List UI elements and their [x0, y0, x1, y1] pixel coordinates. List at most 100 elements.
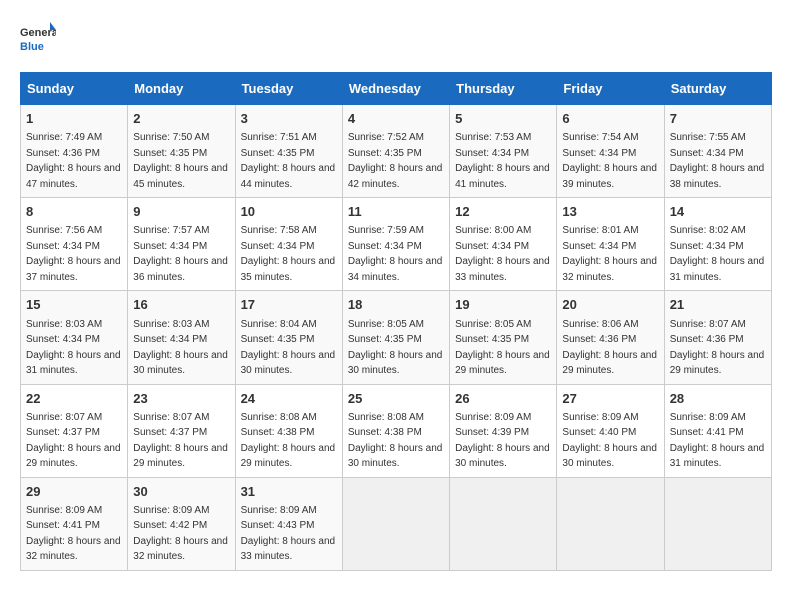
day-info: Sunrise: 7:52 AMSunset: 4:35 PMDaylight:…: [348, 132, 443, 190]
calendar-cell: 28 Sunrise: 8:09 AMSunset: 4:41 PMDaylig…: [664, 384, 771, 477]
calendar-cell: 16 Sunrise: 8:03 AMSunset: 4:34 PMDaylig…: [128, 291, 235, 384]
day-number: 7: [670, 110, 766, 128]
calendar-cell: 26 Sunrise: 8:09 AMSunset: 4:39 PMDaylig…: [450, 384, 557, 477]
calendar-cell: 21 Sunrise: 8:07 AMSunset: 4:36 PMDaylig…: [664, 291, 771, 384]
day-number: 4: [348, 110, 444, 128]
day-info: Sunrise: 8:05 AMSunset: 4:35 PMDaylight:…: [348, 319, 443, 377]
calendar-week-row: 29 Sunrise: 8:09 AMSunset: 4:41 PMDaylig…: [21, 477, 772, 570]
day-number: 24: [241, 390, 337, 408]
day-info: Sunrise: 8:04 AMSunset: 4:35 PMDaylight:…: [241, 319, 336, 377]
day-number: 20: [562, 296, 658, 314]
column-header-saturday: Saturday: [664, 73, 771, 105]
calendar-cell: [342, 477, 449, 570]
calendar-cell: 22 Sunrise: 8:07 AMSunset: 4:37 PMDaylig…: [21, 384, 128, 477]
day-info: Sunrise: 8:09 AMSunset: 4:41 PMDaylight:…: [670, 412, 765, 470]
calendar-cell: 19 Sunrise: 8:05 AMSunset: 4:35 PMDaylig…: [450, 291, 557, 384]
calendar-cell: 9 Sunrise: 7:57 AMSunset: 4:34 PMDayligh…: [128, 198, 235, 291]
calendar-week-row: 1 Sunrise: 7:49 AMSunset: 4:36 PMDayligh…: [21, 105, 772, 198]
day-info: Sunrise: 7:58 AMSunset: 4:34 PMDaylight:…: [241, 225, 336, 283]
day-info: Sunrise: 8:02 AMSunset: 4:34 PMDaylight:…: [670, 225, 765, 283]
day-number: 18: [348, 296, 444, 314]
calendar-cell: 15 Sunrise: 8:03 AMSunset: 4:34 PMDaylig…: [21, 291, 128, 384]
logo-container: General Blue: [20, 20, 56, 56]
column-header-thursday: Thursday: [450, 73, 557, 105]
day-info: Sunrise: 8:01 AMSunset: 4:34 PMDaylight:…: [562, 225, 657, 283]
day-number: 21: [670, 296, 766, 314]
day-info: Sunrise: 7:57 AMSunset: 4:34 PMDaylight:…: [133, 225, 228, 283]
column-header-wednesday: Wednesday: [342, 73, 449, 105]
day-number: 8: [26, 203, 122, 221]
day-info: Sunrise: 7:49 AMSunset: 4:36 PMDaylight:…: [26, 132, 121, 190]
calendar-cell: 30 Sunrise: 8:09 AMSunset: 4:42 PMDaylig…: [128, 477, 235, 570]
day-number: 26: [455, 390, 551, 408]
day-number: 23: [133, 390, 229, 408]
day-info: Sunrise: 8:06 AMSunset: 4:36 PMDaylight:…: [562, 319, 657, 377]
day-number: 16: [133, 296, 229, 314]
calendar-cell: 6 Sunrise: 7:54 AMSunset: 4:34 PMDayligh…: [557, 105, 664, 198]
calendar-header-row: SundayMondayTuesdayWednesdayThursdayFrid…: [21, 73, 772, 105]
logo: General Blue: [20, 20, 56, 56]
day-info: Sunrise: 7:59 AMSunset: 4:34 PMDaylight:…: [348, 225, 443, 283]
column-header-tuesday: Tuesday: [235, 73, 342, 105]
day-number: 29: [26, 483, 122, 501]
day-info: Sunrise: 8:09 AMSunset: 4:43 PMDaylight:…: [241, 505, 336, 563]
day-info: Sunrise: 7:55 AMSunset: 4:34 PMDaylight:…: [670, 132, 765, 190]
calendar-cell: 20 Sunrise: 8:06 AMSunset: 4:36 PMDaylig…: [557, 291, 664, 384]
calendar-cell: 3 Sunrise: 7:51 AMSunset: 4:35 PMDayligh…: [235, 105, 342, 198]
day-info: Sunrise: 8:07 AMSunset: 4:37 PMDaylight:…: [133, 412, 228, 470]
day-number: 25: [348, 390, 444, 408]
day-number: 5: [455, 110, 551, 128]
calendar-cell: [664, 477, 771, 570]
day-number: 17: [241, 296, 337, 314]
calendar-cell: 18 Sunrise: 8:05 AMSunset: 4:35 PMDaylig…: [342, 291, 449, 384]
day-number: 12: [455, 203, 551, 221]
day-info: Sunrise: 8:03 AMSunset: 4:34 PMDaylight:…: [26, 319, 121, 377]
day-info: Sunrise: 8:07 AMSunset: 4:36 PMDaylight:…: [670, 319, 765, 377]
column-header-friday: Friday: [557, 73, 664, 105]
column-header-sunday: Sunday: [21, 73, 128, 105]
calendar-cell: 10 Sunrise: 7:58 AMSunset: 4:34 PMDaylig…: [235, 198, 342, 291]
calendar-cell: 29 Sunrise: 8:09 AMSunset: 4:41 PMDaylig…: [21, 477, 128, 570]
calendar-week-row: 22 Sunrise: 8:07 AMSunset: 4:37 PMDaylig…: [21, 384, 772, 477]
calendar-cell: 4 Sunrise: 7:52 AMSunset: 4:35 PMDayligh…: [342, 105, 449, 198]
calendar-cell: 25 Sunrise: 8:08 AMSunset: 4:38 PMDaylig…: [342, 384, 449, 477]
svg-text:Blue: Blue: [20, 41, 44, 53]
calendar-week-row: 8 Sunrise: 7:56 AMSunset: 4:34 PMDayligh…: [21, 198, 772, 291]
calendar-table: SundayMondayTuesdayWednesdayThursdayFrid…: [20, 72, 772, 571]
day-number: 11: [348, 203, 444, 221]
calendar-cell: [450, 477, 557, 570]
day-number: 13: [562, 203, 658, 221]
day-number: 22: [26, 390, 122, 408]
day-info: Sunrise: 8:05 AMSunset: 4:35 PMDaylight:…: [455, 319, 550, 377]
day-number: 28: [670, 390, 766, 408]
calendar-cell: 12 Sunrise: 8:00 AMSunset: 4:34 PMDaylig…: [450, 198, 557, 291]
calendar-cell: 27 Sunrise: 8:09 AMSunset: 4:40 PMDaylig…: [557, 384, 664, 477]
calendar-cell: 31 Sunrise: 8:09 AMSunset: 4:43 PMDaylig…: [235, 477, 342, 570]
day-number: 1: [26, 110, 122, 128]
calendar-cell: 23 Sunrise: 8:07 AMSunset: 4:37 PMDaylig…: [128, 384, 235, 477]
day-info: Sunrise: 8:09 AMSunset: 4:39 PMDaylight:…: [455, 412, 550, 470]
day-info: Sunrise: 7:56 AMSunset: 4:34 PMDaylight:…: [26, 225, 121, 283]
calendar-cell: 14 Sunrise: 8:02 AMSunset: 4:34 PMDaylig…: [664, 198, 771, 291]
calendar-cell: 1 Sunrise: 7:49 AMSunset: 4:36 PMDayligh…: [21, 105, 128, 198]
day-info: Sunrise: 8:08 AMSunset: 4:38 PMDaylight:…: [241, 412, 336, 470]
day-info: Sunrise: 7:50 AMSunset: 4:35 PMDaylight:…: [133, 132, 228, 190]
day-number: 31: [241, 483, 337, 501]
day-info: Sunrise: 7:54 AMSunset: 4:34 PMDaylight:…: [562, 132, 657, 190]
calendar-week-row: 15 Sunrise: 8:03 AMSunset: 4:34 PMDaylig…: [21, 291, 772, 384]
day-number: 30: [133, 483, 229, 501]
day-info: Sunrise: 8:08 AMSunset: 4:38 PMDaylight:…: [348, 412, 443, 470]
day-number: 19: [455, 296, 551, 314]
calendar-cell: 7 Sunrise: 7:55 AMSunset: 4:34 PMDayligh…: [664, 105, 771, 198]
calendar-cell: 5 Sunrise: 7:53 AMSunset: 4:34 PMDayligh…: [450, 105, 557, 198]
day-info: Sunrise: 8:00 AMSunset: 4:34 PMDaylight:…: [455, 225, 550, 283]
day-info: Sunrise: 7:51 AMSunset: 4:35 PMDaylight:…: [241, 132, 336, 190]
calendar-cell: 13 Sunrise: 8:01 AMSunset: 4:34 PMDaylig…: [557, 198, 664, 291]
logo-bird-icon: General Blue: [20, 20, 56, 56]
day-info: Sunrise: 7:53 AMSunset: 4:34 PMDaylight:…: [455, 132, 550, 190]
calendar-cell: 11 Sunrise: 7:59 AMSunset: 4:34 PMDaylig…: [342, 198, 449, 291]
calendar-cell: 17 Sunrise: 8:04 AMSunset: 4:35 PMDaylig…: [235, 291, 342, 384]
calendar-cell: 8 Sunrise: 7:56 AMSunset: 4:34 PMDayligh…: [21, 198, 128, 291]
calendar-cell: [557, 477, 664, 570]
day-info: Sunrise: 8:03 AMSunset: 4:34 PMDaylight:…: [133, 319, 228, 377]
